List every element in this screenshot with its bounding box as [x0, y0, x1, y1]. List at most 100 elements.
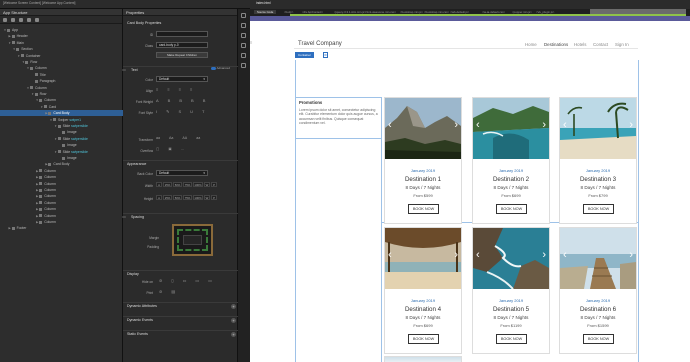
chevron-left-icon[interactable]: ‹	[388, 120, 392, 131]
nav-link[interactable]: Hotels	[574, 42, 586, 47]
tree-node[interactable]: ▼ Column	[0, 85, 123, 91]
tree-node[interactable]: ▼ Slideswiperslide	[0, 123, 123, 129]
nav-link[interactable]: Destinations	[544, 42, 568, 47]
add-icon[interactable]	[3, 18, 7, 22]
book-now-button[interactable]: BOOK NOW	[496, 334, 527, 344]
tree-node[interactable]: ▶ Column	[0, 206, 123, 212]
tree-node[interactable]: Paragraph	[0, 78, 123, 84]
layers-icon[interactable]	[241, 43, 246, 48]
tree-node[interactable]: Image	[0, 129, 123, 135]
laptop-icon[interactable]: ▭	[195, 278, 199, 283]
tree-node[interactable]: ▼ Container	[0, 53, 123, 59]
menu-icon[interactable]: ≡	[250, 40, 254, 45]
size-option[interactable]: 100%	[193, 182, 203, 187]
book-now-button[interactable]: BOOK NOW	[496, 204, 527, 214]
tree-node[interactable]: ▼ Main	[0, 40, 123, 46]
nav-link[interactable]: Sign In	[615, 42, 629, 47]
phone-icon[interactable]: ▯	[171, 278, 173, 283]
chevron-left-icon[interactable]: ‹	[563, 120, 567, 131]
delete-icon[interactable]	[35, 18, 39, 22]
tree-node[interactable]: ▼ Slideswiperslide	[0, 136, 123, 142]
dynamic-events-header[interactable]: Dynamic Events +	[123, 316, 238, 323]
tree-node[interactable]: ▼ Swiperswiper1	[0, 117, 123, 123]
code-icon[interactable]	[241, 33, 246, 38]
overflow-visible-icon[interactable]: ▢	[156, 147, 159, 151]
weight-bolder-icon[interactable]: B	[191, 98, 194, 103]
transform-capitalize-icon[interactable]: Aa	[169, 136, 173, 140]
tree-node[interactable]: Title	[0, 72, 123, 78]
chevron-right-icon[interactable]: ›	[542, 120, 546, 131]
dynamic-attributes-header[interactable]: Dynamic Attributes +	[123, 302, 238, 309]
tree-node[interactable]: ▼ Row	[0, 59, 123, 65]
link-icon[interactable]	[241, 63, 246, 68]
desktop-icon[interactable]: ▭	[208, 278, 212, 283]
tree-node[interactable]: Image	[0, 142, 123, 148]
tablet-icon[interactable]: ▭	[183, 278, 187, 283]
tree-node[interactable]: ▶ Column	[0, 168, 123, 174]
add-dynamic-event-icon[interactable]: +	[231, 317, 236, 323]
search-icon[interactable]	[241, 23, 246, 28]
container-breadcrumb[interactable]: Container	[295, 52, 315, 58]
size-option[interactable]: 50%	[173, 195, 182, 200]
padding-box[interactable]	[177, 229, 208, 251]
tree-node[interactable]: ▶ Card Body	[0, 161, 123, 167]
chevron-left-icon[interactable]: ‹	[563, 250, 567, 261]
transform-uppercase-icon[interactable]: AA	[182, 136, 187, 140]
tree-node[interactable]: ▶ Card Body	[0, 110, 123, 117]
weight-heavy-icon[interactable]: B	[179, 98, 182, 103]
size-option[interactable]: 75%	[183, 182, 192, 187]
size-option[interactable]: 75%	[183, 195, 192, 200]
color-select[interactable]: Default ▾	[156, 76, 208, 82]
size-option[interactable]: P	[211, 182, 217, 187]
size-option[interactable]: W	[204, 182, 210, 187]
italic-icon[interactable]: I	[156, 109, 157, 114]
tree-node[interactable]: ▶ Header	[0, 33, 123, 39]
tree-node[interactable]: ▼ Row	[0, 91, 123, 97]
window-tab-1[interactable]: [Welcome Screen Content]	[3, 1, 41, 5]
hide-none-icon[interactable]: ⊘	[159, 278, 162, 283]
file-tab-index[interactable]: index.html	[256, 1, 271, 5]
tree-node[interactable]: ▼ Column	[0, 97, 123, 103]
size-option[interactable]: P	[211, 195, 217, 200]
tree-node[interactable]: Image	[0, 155, 123, 161]
settings-icon[interactable]	[11, 18, 15, 22]
tree-node[interactable]: ▶ Column	[0, 174, 123, 180]
chevron-right-icon[interactable]: ›	[629, 120, 633, 131]
move-down-icon[interactable]	[27, 18, 31, 22]
print-icon[interactable]: ▤	[171, 289, 175, 294]
book-now-button[interactable]: BOOK NOW	[583, 334, 614, 344]
chevron-left-icon[interactable]: ‹	[388, 250, 392, 261]
tree-node[interactable]: ▶ Column	[0, 219, 123, 225]
advanced-toggle[interactable]: Advanced	[211, 66, 230, 70]
tree-node[interactable]: ▼ Section	[0, 46, 123, 52]
align-justify-icon[interactable]: ≡	[190, 87, 192, 92]
weight-bold-icon[interactable]: B	[168, 98, 171, 103]
source-tab[interactable]: Source Code	[254, 10, 277, 14]
book-now-button[interactable]: BOOK NOW	[408, 204, 439, 214]
weight-default-icon[interactable]: B	[203, 98, 206, 103]
size-option[interactable]: A	[156, 195, 162, 200]
display-section-header[interactable]: Display	[123, 270, 238, 276]
tree-node[interactable]: ▶ Column	[0, 193, 123, 199]
id-input[interactable]	[156, 31, 208, 37]
overflow-hidden-icon[interactable]: ▣	[168, 147, 171, 151]
add-dynamic-attribute-icon[interactable]: +	[231, 303, 236, 309]
add-static-event-icon[interactable]: +	[231, 331, 236, 337]
margin-box[interactable]	[172, 224, 213, 256]
size-option[interactable]: 25%	[163, 195, 172, 200]
size-option[interactable]: 50%	[173, 182, 182, 187]
transform-lowercase-icon[interactable]: aa	[196, 136, 200, 140]
tree-node[interactable]: ▼ Column	[0, 65, 123, 71]
appearance-section-header[interactable]: Appearance	[123, 160, 238, 166]
print-show-icon[interactable]: ⊘	[159, 289, 162, 294]
align-left-icon[interactable]: ≡	[156, 87, 158, 92]
move-up-icon[interactable]	[19, 18, 23, 22]
chevron-left-icon[interactable]: ‹	[476, 250, 480, 261]
strike-icon[interactable]: S	[178, 109, 181, 114]
brush-icon[interactable]: ✎	[166, 109, 169, 114]
tree-node[interactable]: ▶ Footer	[0, 225, 123, 231]
properties-icon[interactable]	[241, 13, 246, 18]
book-now-button[interactable]: BOOK NOW	[583, 204, 614, 214]
window-tab-2[interactable]: [Welcome App Content]	[42, 1, 75, 5]
tree-node[interactable]: ▼ Card	[0, 104, 123, 110]
